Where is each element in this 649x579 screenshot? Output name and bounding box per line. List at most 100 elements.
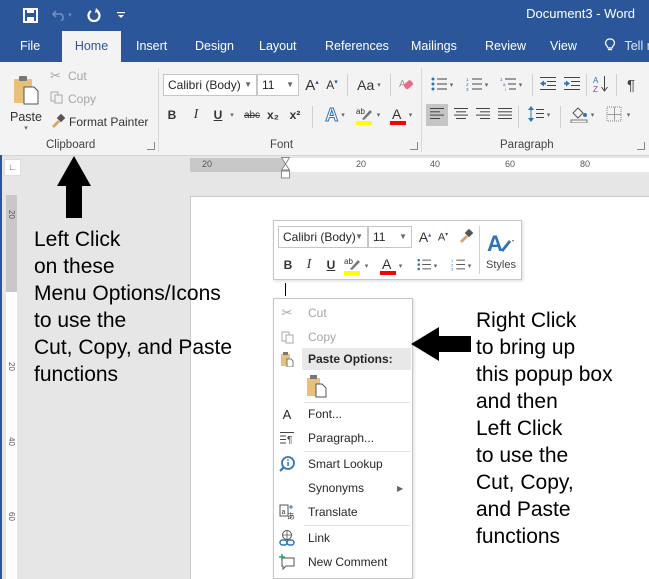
mini-grow-font-button[interactable]: A▴ [418,227,432,247]
align-right-button[interactable] [472,104,494,126]
clear-formatting-button[interactable]: A [396,75,416,95]
mini-format-painter-button[interactable] [456,227,474,247]
font-group-label: Font [270,139,294,151]
paste-button[interactable]: Paste ▾ [6,66,46,140]
submenu-arrow-icon: ▶ [397,483,404,493]
align-center-button[interactable] [450,104,472,126]
font-name-combo[interactable]: Calibri (Body) ▼ [163,74,257,96]
shrink-font-button[interactable]: A▾ [324,75,340,95]
mini-bullets-button[interactable]: ▾ [412,256,442,276]
mini-font-name-combo[interactable]: Calibri (Body) ▼ [278,226,368,248]
tab-review[interactable]: Review [476,31,535,62]
highlight-button[interactable]: ab ▾ [352,104,384,126]
tab-file[interactable]: File [11,31,49,62]
menu-item-label: Paste Options: [308,352,393,366]
clipboard-launcher-icon[interactable] [147,142,155,150]
text-effects-button[interactable]: A ▾ [320,104,350,126]
tab-design[interactable]: Design [186,31,243,62]
align-left-icon [430,108,444,122]
numbering-button[interactable]: 1 2 3 ▾ [462,74,492,96]
justify-button[interactable] [494,104,516,126]
mini-underline-button[interactable]: U [324,256,338,274]
shading-button[interactable]: ▾ [566,104,598,126]
menu-item-translate[interactable]: aあ Translate [274,501,412,523]
superscript-button[interactable]: x² [288,106,302,124]
mini-shrink-font-button[interactable]: A▾ [436,227,450,247]
tab-insert[interactable]: Insert [127,31,176,62]
styles-icon: A [487,231,515,257]
paragraph-launcher-icon[interactable] [637,142,645,150]
sort-az-icon: AZ [593,75,609,96]
ruler-tick-label: 60 [505,159,516,169]
mini-numbering-button[interactable]: 1 2 3 ▾ [446,256,476,276]
italic-button[interactable]: I [189,106,203,124]
menu-item-synonyms[interactable]: Synonyms ▶ [274,477,412,499]
paste-keep-formatting-button[interactable] [306,374,328,398]
menu-item-font[interactable]: A Font... [274,403,412,425]
grow-font-button[interactable]: A▴ [304,75,320,95]
mini-font-color-button[interactable]: A ▾ [376,255,406,277]
menu-item-new-comment[interactable]: New Comment [274,551,412,573]
line-spacing-button[interactable]: ▾ [524,104,554,126]
multilevel-list-icon: 1ai [500,77,516,94]
cut-button[interactable]: ✂ Cut [50,67,87,85]
sort-button[interactable]: AZ [591,74,611,96]
mini-highlight-button[interactable]: ab ▾ [341,255,371,277]
increase-indent-button[interactable] [562,74,582,96]
redo-icon[interactable] [84,5,104,25]
format-painter-button[interactable]: Format Painter [50,113,148,131]
strikethrough-button[interactable]: abc [243,106,261,124]
tab-layout[interactable]: Layout [250,31,306,62]
format-painter-icon [50,113,69,131]
tab-home[interactable]: Home [62,31,121,62]
mini-bold-button[interactable]: B [281,256,295,274]
styles-label: Styles [486,258,516,271]
font-color-button[interactable]: A ▾ [386,104,416,126]
svg-text:ab: ab [344,257,353,266]
chevron-down-icon: ▾ [398,263,403,270]
decrease-indent-button[interactable] [538,74,558,96]
font-icon: A [282,406,292,422]
underline-button[interactable]: U [211,106,225,124]
menu-item-smart-lookup[interactable]: Smart Lookup [274,453,412,475]
underline-dropdown[interactable]: ▾ [228,106,236,124]
copy-label: Copy [68,92,97,106]
undo-icon[interactable]: ▾ [50,5,74,25]
bold-button[interactable]: B [165,106,179,124]
align-left-button[interactable] [426,104,448,126]
mini-styles-button[interactable]: A Styles [482,225,520,277]
tab-selector-button[interactable]: ∟ [4,159,21,176]
menu-item-link[interactable]: Link [274,527,412,549]
menu-separator [304,451,410,452]
font-size-combo[interactable]: 11 ▼ [257,74,299,96]
menu-item-copy[interactable]: Copy [274,326,412,348]
paragraph-group-label: Paragraph [500,139,554,151]
borders-icon [606,106,622,125]
copy-button[interactable]: Copy [50,90,96,108]
tab-view[interactable]: View [541,31,586,62]
show-formatting-button[interactable]: ¶ [622,74,640,96]
menu-item-label: Cut [308,306,327,320]
font-launcher-icon[interactable] [410,142,418,150]
tell-me-search[interactable]: Tell me [596,31,649,62]
borders-button[interactable]: ▾ [602,104,634,126]
font-color-icon: A [389,105,406,125]
mini-font-size-combo[interactable]: 11 ▼ [368,226,412,248]
chevron-down-icon: ▾ [341,112,345,119]
menu-item-cut[interactable]: ✂ Cut [274,302,412,324]
scissors-icon: ✂ [50,68,61,83]
tab-references[interactable]: References [316,31,398,62]
svg-text:3: 3 [451,267,454,271]
mini-italic-button[interactable]: I [302,256,316,274]
change-case-button[interactable]: Aa ▾ [354,75,384,95]
grow-font-icon: A▴ [305,76,319,94]
indent-marker[interactable] [280,157,291,179]
multilevel-list-button[interactable]: 1 a i ▾ [496,74,526,96]
save-icon[interactable] [20,5,40,25]
bullets-button[interactable]: ▾ [427,74,457,96]
tab-mailings[interactable]: Mailings [402,31,466,62]
customize-icon[interactable] [114,5,128,25]
superscript-label: x² [289,108,301,122]
menu-item-paragraph[interactable]: ¶ Paragraph... [274,427,412,449]
subscript-button[interactable]: x₂ [266,106,280,124]
